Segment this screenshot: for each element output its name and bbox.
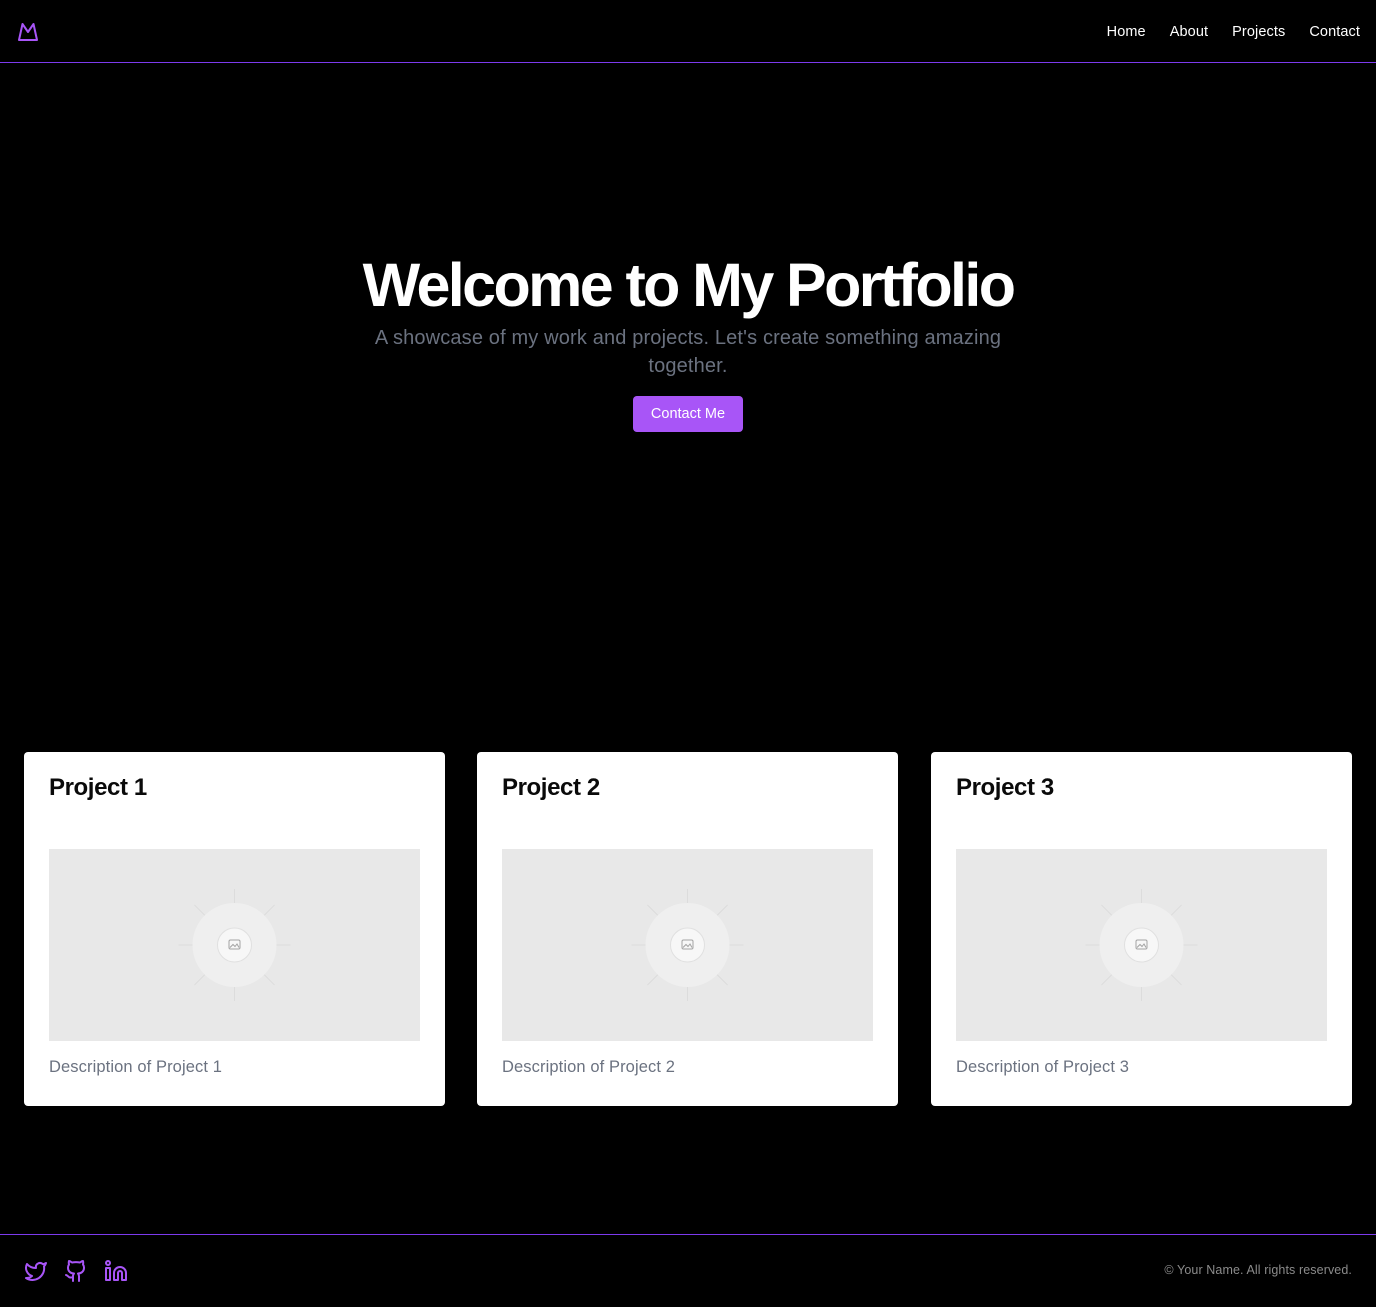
project-image-placeholder (502, 849, 873, 1041)
project-card[interactable]: Project 2 Description of Project 2 (477, 752, 898, 1106)
project-title: Project 1 (49, 774, 147, 801)
project-card[interactable]: Project 3 Description of Project 3 (931, 752, 1352, 1106)
nav-about-link[interactable]: About (1170, 24, 1208, 40)
contact-me-button[interactable]: Contact Me (633, 396, 743, 432)
copyright-text: © Your Name. All rights reserved. (1164, 1263, 1352, 1277)
image-placeholder-icon (1085, 889, 1198, 1001)
social-links (24, 1259, 128, 1283)
twitter-icon (25, 1262, 47, 1281)
project-description: Description of Project 2 (502, 1058, 675, 1076)
project-image-placeholder (956, 849, 1327, 1041)
github-icon (65, 1260, 86, 1282)
main-nav: Home About Projects Contact (1107, 0, 1360, 63)
nav-projects-link[interactable]: Projects (1232, 24, 1285, 40)
project-title: Project 3 (956, 774, 1054, 801)
image-placeholder-icon (631, 889, 744, 1001)
site-header: Home About Projects Contact (0, 0, 1376, 63)
project-image-placeholder (49, 849, 420, 1041)
mountain-logo-icon[interactable] (16, 20, 40, 44)
projects-section: Project 1 Description of Project 1 Proje… (24, 752, 1352, 1106)
site-footer: © Your Name. All rights reserved. (0, 1234, 1376, 1307)
project-title: Project 2 (502, 774, 600, 801)
project-description: Description of Project 3 (956, 1058, 1129, 1076)
github-link[interactable] (64, 1259, 88, 1283)
image-placeholder-icon (178, 889, 291, 1001)
twitter-link[interactable] (24, 1259, 48, 1283)
nav-home-link[interactable]: Home (1107, 24, 1146, 40)
hero-subtitle: A showcase of my work and projects. Let'… (374, 327, 1002, 377)
linkedin-icon (105, 1260, 127, 1281)
project-description: Description of Project 1 (49, 1058, 222, 1076)
linkedin-link[interactable] (104, 1259, 128, 1283)
hero-title: Welcome to My Portfolio (362, 251, 1016, 319)
hero-section: Welcome to My Portfolio A showcase of my… (0, 63, 1376, 753)
project-card[interactable]: Project 1 Description of Project 1 (24, 752, 445, 1106)
nav-contact-link[interactable]: Contact (1309, 24, 1360, 40)
